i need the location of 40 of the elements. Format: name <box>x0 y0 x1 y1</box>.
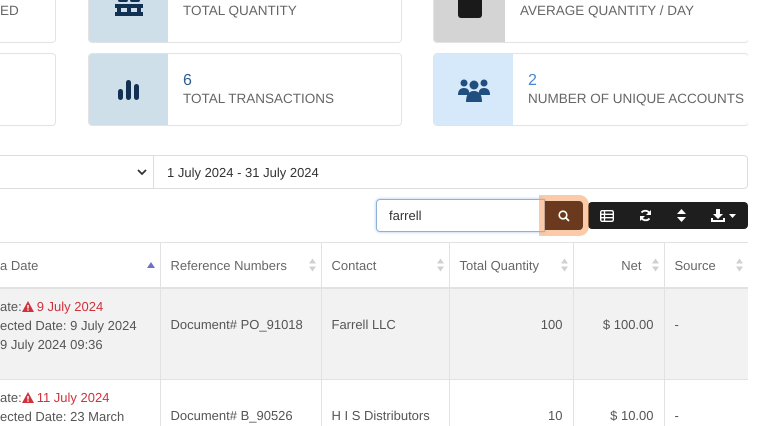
stat-label: TOTAL QUANTITY <box>183 2 297 20</box>
box-icon <box>458 0 482 18</box>
download-icon <box>710 209 725 222</box>
quantity-cell: 100 <box>540 317 562 332</box>
stat-value: 6 <box>183 72 193 90</box>
quantity-cell: 10 <box>548 408 562 423</box>
chevron-down-icon <box>137 168 147 176</box>
sort-icon <box>560 258 568 272</box>
bar-chart-icon <box>118 80 140 100</box>
stat-label: AVERAGE QUANTITY / DAY <box>520 2 694 20</box>
stat-value: 2 <box>528 72 538 90</box>
caret-icon <box>728 214 736 218</box>
date-text: ected Date: 9 July 2024 <box>0 317 137 335</box>
stat-label: ED <box>0 2 19 20</box>
stat-label: NUMBER OF UNIQUE ACCOUNTS <box>528 90 744 108</box>
sort-icon <box>308 258 316 272</box>
contact-cell: H I S Distributors <box>332 408 430 423</box>
net-cell: $ 10.00 <box>610 408 654 423</box>
date-text: 9 July 2024 09:36 <box>0 336 103 354</box>
net-cell: $ 100.00 <box>602 317 654 332</box>
due-date-text: ate: 11 July 2024 <box>0 389 110 407</box>
users-icon <box>458 78 490 102</box>
date-text: ected Date: 23 March <box>0 408 124 426</box>
list-icon <box>600 210 614 222</box>
search-field[interactable]: farrell <box>376 199 545 232</box>
refresh-icon <box>639 209 652 222</box>
due-date-text: ate: 9 July 2024 <box>0 298 104 316</box>
source-cell: - <box>674 317 679 332</box>
date-range-field[interactable]: 1 July 2024 - 31 July 2024 <box>154 155 748 189</box>
stat-label: TOTAL TRANSACTIONS <box>183 90 334 108</box>
sort-icon <box>676 209 686 222</box>
reference-cell: Document# PO_91018 <box>170 317 303 332</box>
sort-icon <box>736 258 742 272</box>
contact-cell: Farrell LLC <box>332 317 396 332</box>
source-cell: - <box>674 408 679 423</box>
search-icon <box>558 210 570 222</box>
sort-icon <box>436 258 444 272</box>
reference-cell: Document# B_90526 <box>170 408 293 423</box>
sort-icon <box>652 258 658 272</box>
search-button[interactable] <box>545 201 583 230</box>
